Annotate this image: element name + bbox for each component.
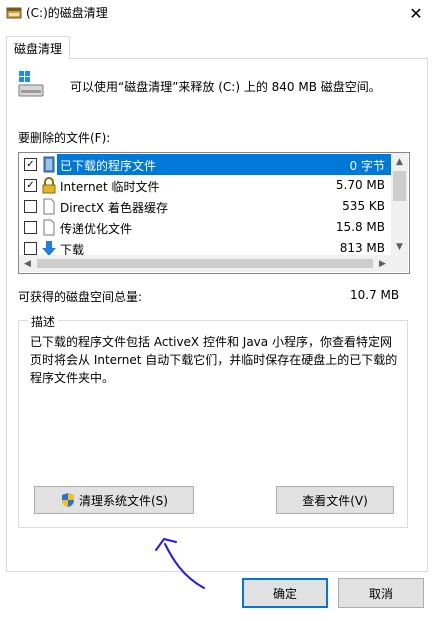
title-bar: (C:)的磁盘清理 ✕ [0, 0, 434, 26]
cancel-button[interactable]: 取消 [338, 578, 424, 608]
item-name: Internet 临时文件 [60, 180, 160, 194]
item-name: 传递优化文件 [60, 222, 133, 236]
list-item[interactable]: ✓ 已下载的程序文件 0 字节 [19, 154, 391, 175]
item-size: 0 字节 [349, 159, 385, 173]
close-button[interactable]: ✕ [398, 0, 434, 26]
item-size: 5.70 MB [335, 178, 385, 192]
view-files-button[interactable]: 查看文件(V) [276, 486, 394, 514]
files-list[interactable]: ✓ 已下载的程序文件 0 字节 ✓ Internet 临时文件 5.70 MB … [18, 152, 410, 274]
page-icon [43, 219, 55, 236]
lock-icon [42, 177, 56, 194]
clean-system-files-button[interactable]: 清理系统文件(S) [34, 486, 194, 514]
horizontal-scrollbar[interactable]: ◀ ▶ [19, 255, 391, 272]
list-item[interactable]: 传递优化文件 15.8 MB [19, 217, 391, 238]
scroll-thumb[interactable] [37, 259, 373, 268]
item-name: DirectX 着色器缓存 [60, 201, 168, 215]
item-checkbox[interactable] [24, 200, 37, 213]
window-title: (C:)的磁盘清理 [26, 6, 108, 20]
item-size: 813 MB [339, 241, 385, 255]
scroll-right-icon[interactable]: ▶ [374, 255, 391, 272]
header-text: 可以使用“磁盘清理”来释放 (C:) 上的 840 MB 磁盘空间。 [70, 80, 381, 94]
ok-button[interactable]: 确定 [242, 578, 328, 608]
drive-icon [18, 71, 44, 97]
folder-icon [43, 156, 55, 173]
scroll-thumb[interactable] [393, 171, 406, 201]
tab-disk-cleanup[interactable]: 磁盘清理 [6, 36, 70, 59]
item-size: 535 KB [342, 199, 385, 213]
description-title: 描述 [28, 313, 59, 330]
item-size: 15.8 MB [335, 220, 385, 234]
item-name: 已下载的程序文件 [60, 159, 157, 173]
scroll-corner [391, 255, 408, 272]
scroll-left-icon[interactable]: ◀ [19, 255, 36, 272]
files-to-delete-label: 要删除的文件(F): [18, 131, 111, 145]
clean-system-files-label: 清理系统文件(S) [79, 493, 168, 508]
item-checkbox[interactable]: ✓ [24, 158, 37, 171]
uac-shield-icon [62, 493, 74, 507]
scroll-up-icon[interactable]: ▲ [391, 153, 408, 170]
total-space-label: 可获得的磁盘空间总量: [18, 290, 143, 304]
item-checkbox[interactable] [24, 221, 37, 234]
scroll-down-icon[interactable]: ▼ [391, 238, 408, 255]
disk-cleanup-icon [6, 7, 22, 19]
tab-strip: 磁盘清理 [0, 36, 434, 60]
annotation-arrow-icon [155, 538, 205, 589]
list-item[interactable]: DirectX 着色器缓存 535 KB [19, 196, 391, 217]
vertical-scrollbar[interactable]: ▲ ▼ [391, 153, 408, 255]
list-item[interactable]: ✓ Internet 临时文件 5.70 MB [19, 175, 391, 196]
page-icon [43, 198, 55, 215]
description-text: 已下载的程序文件包括 ActiveX 控件和 Java 小程序，你查看特定网页时… [30, 335, 398, 385]
item-checkbox[interactable]: ✓ [24, 179, 37, 192]
total-space-value: 10.7 MB [350, 288, 400, 302]
item-checkbox[interactable] [24, 242, 37, 255]
